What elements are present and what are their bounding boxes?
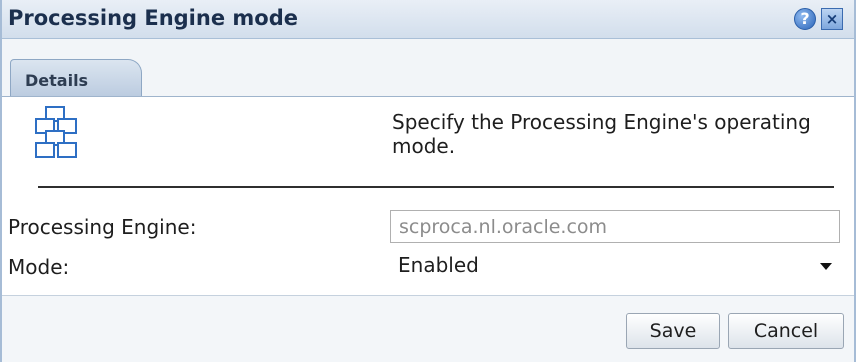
mode-label: Mode: [8, 255, 70, 279]
tab-strip: Details [2, 39, 854, 97]
engine-field[interactable] [390, 210, 840, 243]
close-icon[interactable]: × [821, 8, 843, 30]
tab-details[interactable]: Details [10, 59, 142, 96]
mode-dropdown[interactable]: Enabled [390, 250, 840, 282]
save-button[interactable]: Save [626, 313, 720, 349]
cancel-button[interactable]: Cancel [728, 313, 844, 349]
title-bar[interactable]: Processing Engine mode ? × [2, 0, 854, 39]
chevron-down-icon [820, 263, 832, 270]
engine-label: Processing Engine: [8, 215, 197, 239]
divider [38, 186, 834, 188]
processing-engine-icon [32, 105, 92, 161]
mode-selected-value: Enabled [398, 253, 479, 277]
page-description: Specify the Processing Engine's operatin… [392, 110, 811, 158]
help-icon[interactable]: ? [794, 8, 816, 30]
dialog-window: Processing Engine mode ? × Details Speci… [0, 0, 856, 362]
content-panel: Specify the Processing Engine's operatin… [2, 97, 854, 296]
button-bar: Save Cancel [2, 296, 854, 362]
dialog-title: Processing Engine mode [8, 6, 298, 30]
